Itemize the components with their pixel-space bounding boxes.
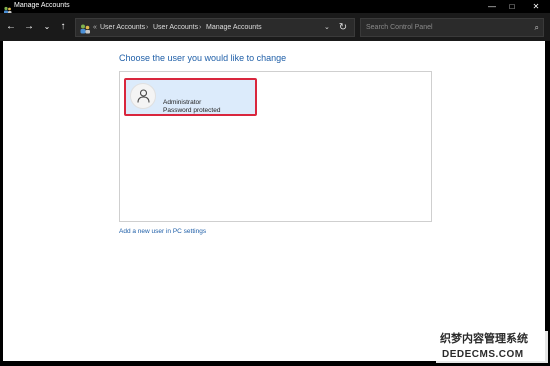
address-dropdown-chevron-icon[interactable]: ⌄ [324, 22, 330, 34]
content-area: Choose the user you would like to change… [3, 41, 545, 361]
breadcrumb-manage-accounts[interactable]: Manage Accounts [206, 22, 262, 34]
recent-locations-chevron-icon[interactable]: ⌄ [40, 20, 54, 34]
watermark-line-1: 织梦内容管理系统 [440, 333, 528, 345]
manage-accounts-window: Manage Accounts — □ ✕ ← → ⌄ ↑ « User Acc… [0, 0, 550, 366]
watermark-line-2: DEDECMS.COM [442, 349, 524, 360]
title-bar[interactable]: Manage Accounts — □ ✕ [0, 0, 550, 14]
avatar [130, 83, 156, 109]
forward-arrow-icon[interactable]: → [22, 20, 36, 34]
refresh-icon[interactable]: ↻ [333, 18, 353, 37]
search-placeholder: Search Control Panel [366, 24, 433, 31]
breadcrumb-separator-icon: › [199, 24, 202, 31]
add-new-user-link[interactable]: Add a new user in PC settings [119, 227, 206, 236]
back-arrow-icon[interactable]: ← [4, 20, 18, 34]
user-accounts-app-icon [3, 2, 12, 14]
navigation-bar: ← → ⌄ ↑ « User Accounts › User Accounts … [0, 13, 550, 41]
breadcrumb-separator-icon: › [146, 24, 149, 31]
user-status: Password protected [163, 107, 221, 114]
breadcrumb-user-accounts[interactable]: User Accounts [100, 22, 145, 34]
window-title: Manage Accounts [14, 2, 70, 9]
watermark: 织梦内容管理系统 DEDECMS.COM [436, 331, 548, 363]
close-button[interactable]: ✕ [526, 0, 546, 13]
search-control-panel-input[interactable]: Search Control Panel ⌕ [360, 18, 544, 37]
user-list-panel: Administrator Password protected [119, 71, 432, 222]
search-icon: ⌕ [534, 23, 539, 32]
user-name: Administrator [163, 99, 202, 106]
maximize-button[interactable]: □ [502, 0, 522, 13]
address-overflow-icon[interactable]: « [93, 22, 97, 34]
control-panel-icon [79, 22, 91, 34]
minimize-button[interactable]: — [482, 0, 502, 13]
address-bar[interactable]: « User Accounts › User Accounts › Manage… [75, 18, 355, 37]
page-heading: Choose the user you would like to change [119, 53, 287, 63]
breadcrumb-user-accounts-2[interactable]: User Accounts [153, 22, 198, 34]
user-tile-administrator[interactable]: Administrator Password protected [124, 78, 257, 116]
up-arrow-icon[interactable]: ↑ [56, 20, 70, 34]
